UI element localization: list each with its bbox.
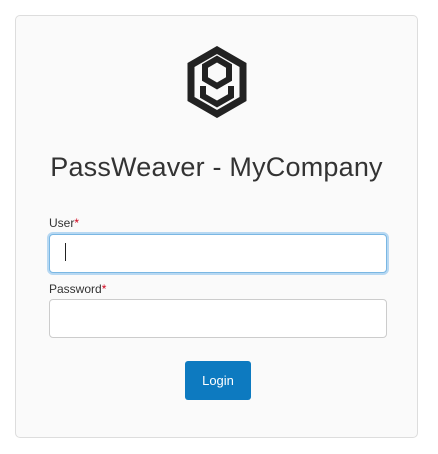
password-label: Password*: [49, 282, 106, 296]
user-label-text: User: [49, 216, 75, 230]
required-mark: *: [74, 216, 80, 230]
text-caret: [65, 243, 66, 261]
required-mark: *: [101, 282, 107, 296]
passweaver-logo-icon: [187, 46, 247, 118]
user-input[interactable]: [49, 234, 387, 273]
password-input[interactable]: [49, 299, 387, 338]
login-card: PassWeaver - MyCompany User* Password* L…: [15, 15, 418, 438]
user-label: User*: [49, 216, 79, 230]
password-label-text: Password: [49, 282, 102, 296]
page-title: PassWeaver - MyCompany: [50, 152, 383, 182]
login-button[interactable]: Login: [185, 361, 251, 400]
